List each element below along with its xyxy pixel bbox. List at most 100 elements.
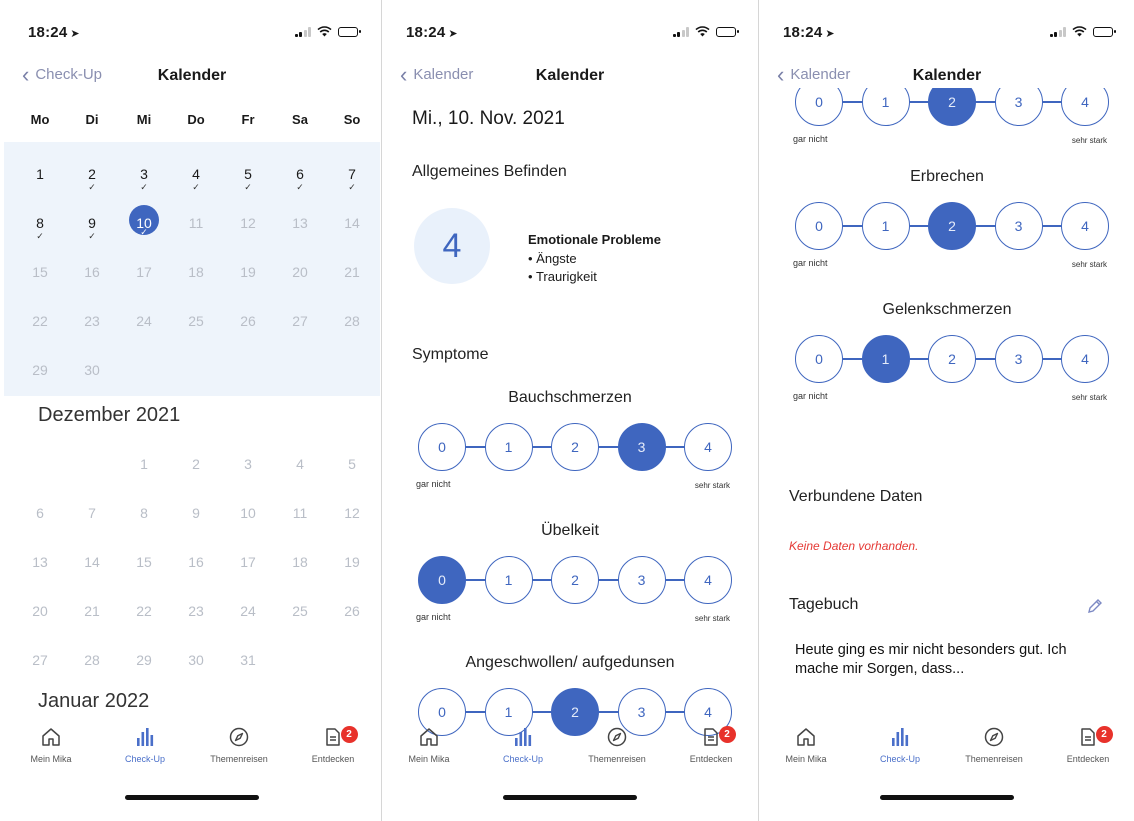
- home-indicator[interactable]: [880, 795, 1014, 800]
- calendar-day[interactable]: 19: [326, 530, 378, 579]
- rating-option-1[interactable]: 1: [861, 335, 910, 383]
- calendar-day[interactable]: 15: [118, 530, 170, 579]
- rating-option-1[interactable]: 1: [861, 202, 910, 250]
- calendar-day[interactable]: 27: [14, 628, 66, 677]
- tab-entdecken[interactable]: Entdecken 2: [286, 722, 380, 782]
- calendar-day[interactable]: 31: [222, 628, 274, 677]
- calendar-day[interactable]: 5: [326, 432, 378, 481]
- calendar-day[interactable]: 10: [222, 481, 274, 530]
- calendar-day[interactable]: 21: [66, 579, 118, 628]
- rating-option-4[interactable]: 4: [684, 556, 732, 604]
- calendar-day[interactable]: 30: [170, 628, 222, 677]
- rating-option-2[interactable]: 2: [928, 335, 976, 383]
- calendar-day[interactable]: 6: [14, 481, 66, 530]
- tab-mein-mika[interactable]: Mein Mika: [759, 722, 853, 782]
- tab-mein-mika[interactable]: Mein Mika: [382, 722, 476, 782]
- calendar-day[interactable]: 15: [14, 240, 66, 289]
- calendar-day[interactable]: 29: [118, 628, 170, 677]
- home-indicator[interactable]: [125, 795, 259, 800]
- calendar-day[interactable]: 4: [274, 432, 326, 481]
- rating-option-0[interactable]: 0: [418, 423, 466, 471]
- rating-option-0[interactable]: 0: [795, 202, 843, 250]
- calendar-day[interactable]: 22: [118, 579, 170, 628]
- calendar-day[interactable]: 13: [14, 530, 66, 579]
- calendar-day[interactable]: 9 ✓: [66, 191, 118, 241]
- calendar-day[interactable]: 30: [66, 338, 118, 387]
- calendar-day[interactable]: 1: [14, 142, 66, 191]
- calendar-day[interactable]: 8 ✓: [14, 191, 66, 241]
- calendar-day[interactable]: 23: [66, 289, 118, 338]
- calendar-day[interactable]: 18: [274, 530, 326, 579]
- calendar-day[interactable]: 19: [222, 240, 274, 289]
- calendar-day[interactable]: 11: [274, 481, 326, 530]
- diary-text[interactable]: Heute ging es mir nicht besonders gut. I…: [795, 641, 1105, 679]
- tab-check-up[interactable]: Check-Up: [98, 722, 192, 782]
- calendar-day[interactable]: 3 ✓: [118, 142, 170, 192]
- tab-themenreisen[interactable]: Themenreisen: [570, 722, 664, 782]
- calendar-day[interactable]: 26: [222, 289, 274, 338]
- calendar-day[interactable]: 17: [222, 530, 274, 579]
- calendar-day-number: 10: [240, 505, 256, 521]
- pencil-icon[interactable]: [1087, 598, 1103, 614]
- calendar-day[interactable]: 23: [170, 579, 222, 628]
- calendar-day[interactable]: 18: [170, 240, 222, 289]
- calendar-day[interactable]: 16: [66, 240, 118, 289]
- calendar-day[interactable]: 9: [170, 481, 222, 530]
- rating-option-0[interactable]: 0: [795, 335, 843, 383]
- calendar-day[interactable]: 12: [326, 481, 378, 530]
- calendar-day[interactable]: 24: [118, 289, 170, 338]
- tab-check-up[interactable]: Check-Up: [476, 722, 570, 782]
- calendar-day[interactable]: 13: [274, 191, 326, 240]
- rating-option-3[interactable]: 3: [617, 423, 666, 471]
- calendar-day[interactable]: 2 ✓: [66, 142, 118, 192]
- tab-mein-mika[interactable]: Mein Mika: [4, 722, 98, 782]
- calendar-day[interactable]: 17: [118, 240, 170, 289]
- calendar-day[interactable]: 7 ✓: [326, 142, 378, 192]
- rating-option-3[interactable]: 3: [617, 556, 666, 604]
- calendar-day[interactable]: 10 ✓: [118, 191, 170, 240]
- calendar-day[interactable]: 25: [274, 579, 326, 628]
- calendar-day[interactable]: 1: [118, 432, 170, 481]
- tab-check-up[interactable]: Check-Up: [853, 722, 947, 782]
- calendar-day[interactable]: 28: [326, 289, 378, 338]
- calendar-day[interactable]: 28: [66, 628, 118, 677]
- calendar-day[interactable]: 11: [170, 191, 222, 240]
- rating-option-4[interactable]: 4: [1061, 202, 1109, 250]
- calendar-day[interactable]: 8: [118, 481, 170, 530]
- calendar-day[interactable]: 12: [222, 191, 274, 240]
- calendar-day[interactable]: 20: [14, 579, 66, 628]
- calendar-day[interactable]: 6 ✓: [274, 142, 326, 192]
- calendar-day[interactable]: 2: [170, 432, 222, 481]
- rating-option-1[interactable]: 1: [484, 423, 533, 471]
- calendar-day[interactable]: 14: [326, 191, 378, 240]
- tab-entdecken[interactable]: Entdecken 2: [664, 722, 758, 782]
- rating-option-2[interactable]: 2: [551, 556, 599, 604]
- calendar-day[interactable]: 20: [274, 240, 326, 289]
- calendar-day[interactable]: 4 ✓: [170, 142, 222, 192]
- calendar-day[interactable]: 7: [66, 481, 118, 530]
- calendar-day-number: 19: [344, 554, 360, 570]
- rating-option-3[interactable]: 3: [994, 202, 1043, 250]
- calendar-day[interactable]: 3: [222, 432, 274, 481]
- calendar-day[interactable]: 5 ✓: [222, 142, 274, 192]
- calendar-day[interactable]: 25: [170, 289, 222, 338]
- calendar-day[interactable]: 24: [222, 579, 274, 628]
- calendar-day[interactable]: 21: [326, 240, 378, 289]
- rating-option-3[interactable]: 3: [994, 335, 1043, 383]
- tab-themenreisen[interactable]: Themenreisen: [192, 722, 286, 782]
- calendar-day[interactable]: 29: [14, 338, 66, 387]
- tab-entdecken[interactable]: Entdecken 2: [1041, 722, 1134, 782]
- rating-option-4[interactable]: 4: [1061, 335, 1109, 383]
- rating-option-2[interactable]: 2: [928, 202, 976, 250]
- tab-themenreisen[interactable]: Themenreisen: [947, 722, 1041, 782]
- calendar-day[interactable]: 27: [274, 289, 326, 338]
- calendar-day[interactable]: 14: [66, 530, 118, 579]
- calendar-day[interactable]: 26: [326, 579, 378, 628]
- home-indicator[interactable]: [503, 795, 637, 800]
- calendar-day[interactable]: 16: [170, 530, 222, 579]
- rating-option-4[interactable]: 4: [684, 423, 732, 471]
- rating-option-2[interactable]: 2: [551, 423, 599, 471]
- rating-option-1[interactable]: 1: [484, 556, 533, 604]
- calendar-day[interactable]: 22: [14, 289, 66, 338]
- rating-option-0[interactable]: 0: [418, 556, 466, 604]
